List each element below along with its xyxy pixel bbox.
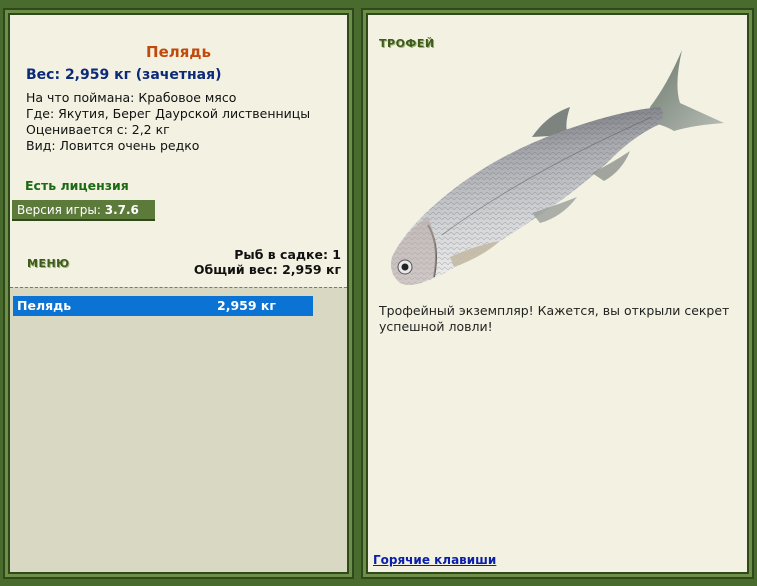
fish-name: Пелядь bbox=[146, 43, 211, 61]
list-item-weight: 2,959 кг bbox=[217, 298, 276, 313]
keepnet-total: Общий вес: 2,959 кг bbox=[193, 262, 341, 277]
fish-image bbox=[391, 50, 724, 285]
keepnet-count: Рыб в садке: 1 bbox=[234, 247, 341, 262]
left-panel: Пелядь Вес: 2,959 кг (зачетная) На что п… bbox=[3, 8, 354, 579]
catch-details: На что поймана: Крабовое мясо Где: Якути… bbox=[26, 90, 310, 154]
trophy-area: ТРОФЕЙ Трофейный экземпляр! Кажется, вы … bbox=[368, 15, 747, 572]
catch-info-area: Пелядь Вес: 2,959 кг (зачетная) На что п… bbox=[10, 15, 347, 287]
rarity-line: Вид: Ловится очень редко bbox=[26, 138, 200, 153]
bait-line: На что поймана: Крабовое мясо bbox=[26, 90, 237, 105]
hotkeys-link[interactable]: Горячие клавиши bbox=[373, 553, 496, 567]
right-panel: ТРОФЕЙ Трофейный экземпляр! Кажется, вы … bbox=[361, 8, 754, 579]
license-status: Есть лицензия bbox=[25, 178, 129, 193]
location-line: Где: Якутия, Берег Даурской лиственницы bbox=[26, 106, 311, 121]
menu-button[interactable]: МЕНЮ bbox=[27, 257, 70, 270]
fish-weight: Вес: 2,959 кг (зачетная) bbox=[26, 67, 222, 83]
list-item-name: Пелядь bbox=[17, 298, 72, 313]
trophy-message: Трофейный экземпляр! Кажется, вы открыли… bbox=[379, 303, 730, 334]
version-label: Версия игры: bbox=[17, 203, 101, 217]
valued-from-line: Оценивается с: 2,2 кг bbox=[26, 122, 170, 137]
version-value: 3.7.6 bbox=[104, 203, 139, 217]
version-bar: Версия игры: 3.7.6 bbox=[12, 200, 155, 221]
keepnet-summary: Рыб в садке: 1 Общий вес: 2,959 кг bbox=[194, 247, 341, 277]
keepnet-list: Пелядь 2,959 кг bbox=[10, 287, 347, 571]
list-item[interactable]: Пелядь 2,959 кг bbox=[13, 296, 313, 316]
